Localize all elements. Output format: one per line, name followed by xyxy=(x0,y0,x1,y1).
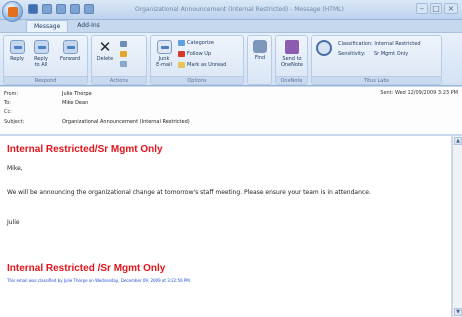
follow-up-label: Follow Up xyxy=(187,51,212,57)
office-logo-icon xyxy=(8,7,18,17)
window-title: Organizational Announcement (Internal Re… xyxy=(135,6,344,13)
move-icon[interactable] xyxy=(120,41,127,47)
group-titus-labs: Classification: Internal Restricted Sens… xyxy=(311,35,442,85)
permission-icon[interactable] xyxy=(316,40,332,56)
redo-icon[interactable] xyxy=(56,4,66,14)
send-to-onenote-button[interactable]: Send to OneNote xyxy=(278,40,306,68)
vertical-scrollbar[interactable]: ▲ ▼ xyxy=(452,136,462,317)
quick-access-toolbar xyxy=(28,4,94,14)
find-button[interactable]: Find xyxy=(251,40,269,61)
undo-icon[interactable] xyxy=(42,4,52,14)
categorize-button[interactable]: Categorize xyxy=(178,40,214,46)
forward-label: Forward xyxy=(59,56,81,62)
follow-up-button[interactable]: Follow Up xyxy=(178,51,211,57)
from-value[interactable]: Julie Thorpe xyxy=(62,91,92,97)
close-icon[interactable]: × xyxy=(444,3,458,14)
flag-icon xyxy=(178,51,185,57)
forward-icon xyxy=(62,40,78,54)
greeting: Mike, xyxy=(7,165,23,172)
previous-item-icon[interactable] xyxy=(70,4,80,14)
reply-icon xyxy=(9,40,25,54)
other-actions-icon[interactable] xyxy=(120,61,127,67)
next-item-icon[interactable] xyxy=(84,4,94,14)
delete-button[interactable]: ✕ Delete xyxy=(95,38,115,63)
classification-banner-bottom: Internal Restricted /Sr Mgmt Only xyxy=(7,263,166,274)
group-actions: ✕ Delete Actions xyxy=(91,35,147,85)
subject-label: Subject: xyxy=(4,119,25,125)
send-to-onenote-label-2: OneNote xyxy=(280,62,304,68)
classification-note: This email was classified by Julie Thorp… xyxy=(7,278,192,283)
subject-value: Organizational Announcement (Internal Re… xyxy=(62,119,190,125)
delete-icon: ✕ xyxy=(98,38,112,56)
group-titus-labs-label: Titus Labs xyxy=(312,76,441,84)
group-actions-label: Actions xyxy=(92,76,146,84)
group-options: Junk E-mail Categorize Follow Up Mark as… xyxy=(150,35,244,85)
reply-all-label-2: to All xyxy=(34,62,48,68)
ribbon: Reply Reply to All Forward Respond ✕ Del… xyxy=(0,32,462,86)
to-value[interactable]: Mike Dean xyxy=(62,100,88,106)
tab-add-ins[interactable]: Add-Ins xyxy=(70,20,106,32)
reply-all-icon xyxy=(33,40,49,54)
body-paragraph: We will be announcing the organizational… xyxy=(7,189,371,196)
binoculars-icon xyxy=(253,40,267,53)
reply-button[interactable]: Reply xyxy=(8,40,26,62)
maximize-icon[interactable]: □ xyxy=(430,3,442,14)
group-respond: Reply Reply to All Forward Respond xyxy=(3,35,88,85)
group-onenote-label: OneNote xyxy=(276,76,307,84)
title-bar: Organizational Announcement (Internal Re… xyxy=(0,0,462,22)
mark-unread-button[interactable]: Mark as Unread xyxy=(178,62,226,68)
junk-icon xyxy=(156,40,172,54)
message-body[interactable]: Internal Restricted/Sr Mgmt Only Mike, W… xyxy=(0,136,452,317)
find-label: Find xyxy=(254,55,266,61)
window-controls: – □ × xyxy=(416,3,458,14)
rules-icon[interactable] xyxy=(120,51,127,57)
sensitivity-value[interactable]: Sr Mgmt Only xyxy=(374,51,408,57)
group-respond-label: Respond xyxy=(4,76,87,84)
group-onenote: Send to OneNote OneNote xyxy=(275,35,308,85)
save-icon[interactable] xyxy=(28,4,38,14)
from-label: From: xyxy=(4,91,19,97)
delete-label: Delete xyxy=(96,56,114,62)
junk-label-2: E-mail xyxy=(156,62,172,68)
categorize-icon xyxy=(178,40,185,46)
sensitivity-label: Sensitivity: xyxy=(338,51,366,57)
reply-label: Reply xyxy=(10,56,24,62)
forward-button[interactable]: Forward xyxy=(55,40,85,62)
tab-message[interactable]: Message xyxy=(26,20,69,32)
scroll-up-icon[interactable]: ▲ xyxy=(454,137,462,145)
scroll-down-icon[interactable]: ▼ xyxy=(454,308,462,316)
minimize-icon[interactable]: – xyxy=(416,3,428,14)
group-find: Find xyxy=(247,35,272,85)
office-button[interactable] xyxy=(2,1,23,22)
ribbon-tabs: Message Add-Ins xyxy=(26,20,107,32)
reply-all-button[interactable]: Reply to All xyxy=(30,40,52,68)
classification-banner-top: Internal Restricted/Sr Mgmt Only xyxy=(7,144,163,155)
junk-email-button[interactable]: Junk E-mail xyxy=(153,40,175,68)
onenote-icon xyxy=(285,40,299,54)
mark-unread-label: Mark as Unread xyxy=(187,62,227,68)
categorize-label: Categorize xyxy=(187,40,214,46)
message-header: From: Julie Thorpe Sent: Wed 12/09/2009 … xyxy=(0,87,462,135)
classification-text[interactable]: Classification: Internal Restricted xyxy=(338,41,421,47)
envelope-icon xyxy=(178,62,185,68)
sent-date: Sent: Wed 12/09/2009 3:23 PM xyxy=(380,90,458,96)
to-label: To: xyxy=(4,100,11,106)
group-options-label: Options xyxy=(151,76,243,84)
signature: Julie xyxy=(7,219,20,226)
cc-label: Cc: xyxy=(4,109,12,115)
